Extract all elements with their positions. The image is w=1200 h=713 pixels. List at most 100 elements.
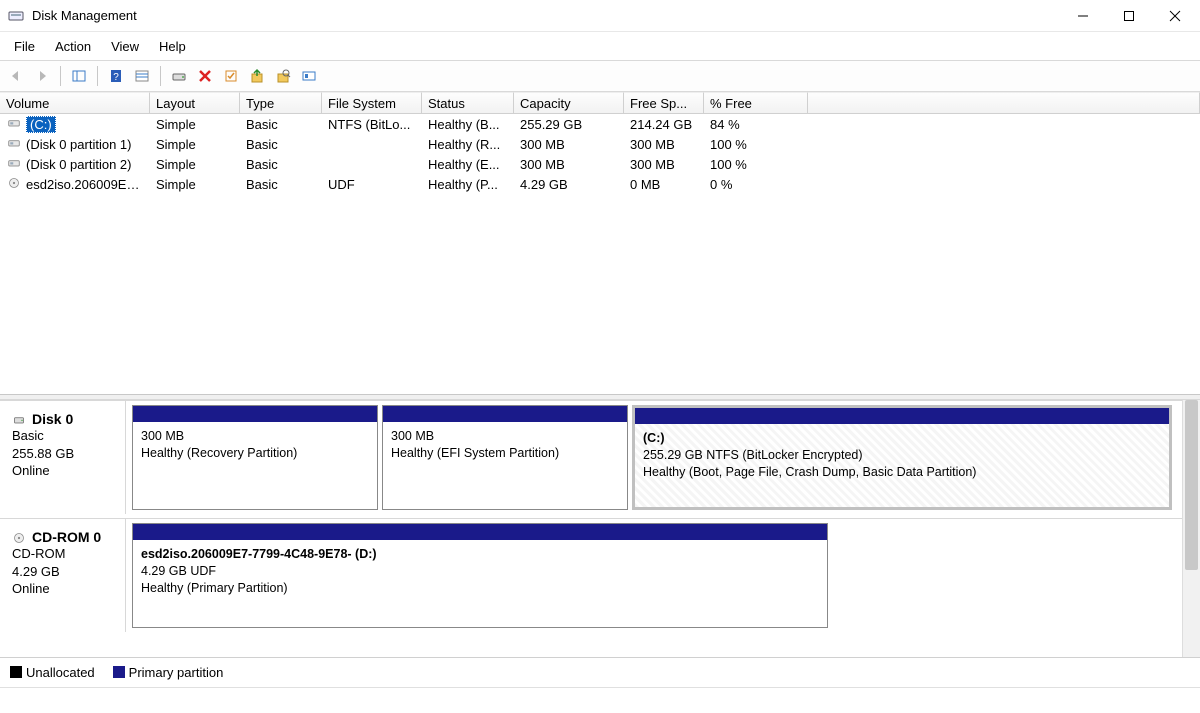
partition-status: Healthy (Recovery Partition) — [141, 445, 369, 462]
status-bar — [0, 687, 1200, 702]
minimize-button[interactable] — [1060, 2, 1106, 30]
vertical-scrollbar[interactable] — [1182, 400, 1200, 657]
hdd-icon — [12, 413, 28, 427]
close-button[interactable] — [1152, 2, 1198, 30]
volume-free-cell: 300 MB — [624, 137, 704, 152]
volume-row[interactable]: (Disk 0 partition 1)SimpleBasicHealthy (… — [0, 134, 1200, 154]
volume-name-cell: (Disk 0 partition 2) — [0, 157, 150, 172]
drive-icon — [6, 157, 22, 169]
col-volume[interactable]: Volume — [0, 92, 150, 113]
volume-name-cell: (C:) — [0, 116, 150, 133]
menu-view[interactable]: View — [101, 35, 149, 58]
volume-row[interactable]: (C:)SimpleBasicNTFS (BitLo...Healthy (B.… — [0, 114, 1200, 134]
volume-status-cell: Healthy (B... — [422, 117, 514, 132]
partition-box[interactable]: 300 MBHealthy (Recovery Partition) — [132, 405, 378, 510]
volume-capacity-cell: 255.29 GB — [514, 117, 624, 132]
volume-free-cell: 300 MB — [624, 157, 704, 172]
disk-name: CD-ROM 0 — [12, 529, 115, 545]
scrollbar-thumb[interactable] — [1185, 400, 1198, 570]
col-status[interactable]: Status — [422, 92, 514, 113]
disk-type: CD-ROM — [12, 545, 115, 563]
drive-icon — [6, 137, 22, 149]
col-filesystem[interactable]: File System — [322, 92, 422, 113]
volume-type-cell: Basic — [240, 157, 322, 172]
col-type[interactable]: Type — [240, 92, 322, 113]
help-button[interactable]: ? — [104, 64, 128, 88]
col-pctfree[interactable]: % Free — [704, 92, 808, 113]
volume-pct-cell: 84 % — [704, 117, 808, 132]
partition-body: 300 MBHealthy (EFI System Partition) — [383, 422, 627, 509]
properties-button[interactable] — [219, 64, 243, 88]
volume-status-cell: Healthy (E... — [422, 157, 514, 172]
partition-size: 255.29 GB NTFS (BitLocker Encrypted) — [643, 447, 1161, 464]
volume-row[interactable]: esd2iso.206009E7...SimpleBasicUDFHealthy… — [0, 174, 1200, 194]
show-hide-console-tree-button[interactable] — [67, 64, 91, 88]
action-button-3[interactable] — [297, 64, 321, 88]
menu-file[interactable]: File — [4, 35, 45, 58]
partition-body: esd2iso.206009E7-7799-4C48-9E78- (D:)4.2… — [133, 540, 827, 627]
action-button-2[interactable] — [271, 64, 295, 88]
disk-header[interactable]: CD-ROM 0CD-ROM4.29 GBOnline — [0, 518, 126, 632]
window-title: Disk Management — [32, 8, 1060, 23]
volume-layout-cell: Simple — [150, 137, 240, 152]
disk-header[interactable]: Disk 0Basic255.88 GBOnline — [0, 400, 126, 514]
partition-title: (C:) — [643, 430, 1161, 447]
partition-size: 300 MB — [391, 428, 619, 445]
col-capacity[interactable]: Capacity — [514, 92, 624, 113]
volume-fs-cell: UDF — [322, 177, 422, 192]
partition-bar — [133, 524, 827, 540]
col-spacer — [808, 92, 1200, 113]
action-button-1[interactable] — [245, 64, 269, 88]
col-freespace[interactable]: Free Sp... — [624, 92, 704, 113]
disk-row: Disk 0Basic255.88 GBOnline300 MBHealthy … — [0, 400, 1182, 518]
partition-bar — [383, 406, 627, 422]
drive-icon — [6, 117, 22, 129]
partition-box[interactable]: esd2iso.206009E7-7799-4C48-9E78- (D:)4.2… — [132, 523, 828, 628]
volume-layout-cell: Simple — [150, 177, 240, 192]
volume-layout-cell: Simple — [150, 117, 240, 132]
partition-box[interactable]: (C:)255.29 GB NTFS (BitLocker Encrypted)… — [632, 405, 1172, 510]
volume-type-cell: Basic — [240, 117, 322, 132]
partition-box[interactable]: 300 MBHealthy (EFI System Partition) — [382, 405, 628, 510]
disk-graphical-view: Disk 0Basic255.88 GBOnline300 MBHealthy … — [0, 400, 1200, 657]
volume-name-cell: (Disk 0 partition 1) — [0, 137, 150, 152]
volume-list[interactable]: (C:)SimpleBasicNTFS (BitLo...Healthy (B.… — [0, 114, 1200, 394]
legend-unallocated: Unallocated — [10, 665, 95, 680]
disk-state: Online — [12, 580, 115, 598]
volume-pct-cell: 100 % — [704, 157, 808, 172]
partition-body: (C:)255.29 GB NTFS (BitLocker Encrypted)… — [635, 424, 1169, 507]
disc-icon — [6, 177, 22, 189]
delete-button[interactable] — [193, 64, 217, 88]
forward-button[interactable] — [30, 64, 54, 88]
volume-free-cell: 0 MB — [624, 177, 704, 192]
volume-list-headers: Volume Layout Type File System Status Ca… — [0, 92, 1200, 114]
disk-size: 4.29 GB — [12, 563, 115, 581]
app-icon — [8, 8, 24, 24]
back-button[interactable] — [4, 64, 28, 88]
volume-pct-cell: 100 % — [704, 137, 808, 152]
menu-action[interactable]: Action — [45, 35, 101, 58]
toolbar: ? — [0, 60, 1200, 92]
disk-type: Basic — [12, 427, 115, 445]
disk-size: 255.88 GB — [12, 445, 115, 463]
svg-text:?: ? — [113, 72, 119, 83]
col-layout[interactable]: Layout — [150, 92, 240, 113]
partitions-container: 300 MBHealthy (Recovery Partition)300 MB… — [126, 400, 1182, 514]
volume-layout-cell: Simple — [150, 157, 240, 172]
refresh-button[interactable] — [130, 64, 154, 88]
volume-status-cell: Healthy (R... — [422, 137, 514, 152]
rescan-disks-button[interactable] — [167, 64, 191, 88]
toolbar-separator — [97, 66, 98, 86]
maximize-button[interactable] — [1106, 2, 1152, 30]
partition-size: 4.29 GB UDF — [141, 563, 819, 580]
title-bar: Disk Management — [0, 0, 1200, 32]
legend-primary: Primary partition — [113, 665, 224, 680]
menu-help[interactable]: Help — [149, 35, 196, 58]
volume-status-cell: Healthy (P... — [422, 177, 514, 192]
volume-fs-cell: NTFS (BitLo... — [322, 117, 422, 132]
partition-size: 300 MB — [141, 428, 369, 445]
toolbar-separator — [160, 66, 161, 86]
volume-capacity-cell: 300 MB — [514, 157, 624, 172]
partition-status: Healthy (EFI System Partition) — [391, 445, 619, 462]
volume-row[interactable]: (Disk 0 partition 2)SimpleBasic Healthy (… — [0, 154, 1200, 174]
